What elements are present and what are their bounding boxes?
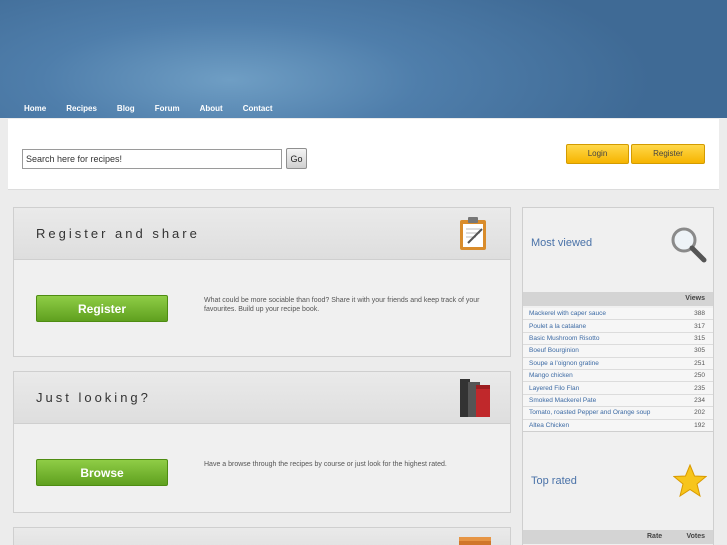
list-item[interactable]: Soupe a l'oignon gratine 251 (523, 357, 713, 370)
panel-header (14, 528, 510, 545)
most-viewed-title: Most viewed (531, 237, 593, 249)
view-count: 235 (694, 384, 705, 392)
nav-contact[interactable]: Contact (243, 104, 273, 113)
top-rated-box: Top rated Rate Votes (522, 431, 714, 545)
register-button[interactable]: Register (36, 295, 168, 322)
magnifier-icon (671, 227, 707, 263)
recipe-link[interactable]: Altea Chicken (523, 422, 681, 429)
top-rated-title: Top rated (531, 475, 577, 487)
view-count: 317 (694, 322, 705, 330)
list-item[interactable]: Boeuf Bourginion 305 (523, 345, 713, 358)
view-count: 250 (694, 372, 705, 380)
nav-home[interactable]: Home (24, 104, 46, 113)
view-count: 305 (694, 347, 705, 355)
main-nav: Home Recipes Blog Forum About Contact (14, 104, 282, 113)
most-viewed-list: Mackerel with caper sauce 388 Poulet a la… (523, 308, 713, 432)
box-icon (459, 537, 491, 545)
panel-description: What could be more sociable than food? S… (204, 297, 480, 313)
recipe-link[interactable]: Tomato, roasted Pepper and Orange soup (523, 409, 681, 416)
browse-button[interactable]: Browse (36, 459, 168, 486)
list-item[interactable]: Basic Mushroom Risotto 315 (523, 332, 713, 346)
nav-blog[interactable]: Blog (117, 104, 135, 113)
nav-forum[interactable]: Forum (155, 104, 180, 113)
panel-title: Just looking? (36, 390, 151, 405)
clipboard-icon (460, 217, 486, 250)
third-panel (13, 527, 511, 545)
panel-header: Register and share (14, 208, 510, 260)
go-button[interactable]: Go (286, 148, 307, 169)
view-count: 315 (694, 334, 705, 342)
recipe-link[interactable]: Basic Mushroom Risotto (523, 335, 681, 342)
nav-about[interactable]: About (200, 104, 223, 113)
recipe-link[interactable]: Layered Filo Flan (523, 385, 681, 392)
nav-recipes[interactable]: Recipes (66, 104, 97, 113)
list-item[interactable]: Mackerel with caper sauce 388 (523, 308, 713, 321)
list-item[interactable]: Smoked Mackerel Pate 234 (523, 394, 713, 408)
register-panel: Register and share Register What could b… (13, 207, 511, 357)
search-input[interactable] (22, 149, 282, 169)
register-top-button[interactable]: Register (631, 144, 705, 164)
rate-header: Rate (647, 533, 663, 540)
list-item[interactable]: Tomato, roasted Pepper and Orange soup 20… (523, 407, 713, 420)
list-item[interactable]: Layered Filo Flan 235 (523, 382, 713, 395)
panel-title: Register and share (36, 226, 200, 241)
recipe-link[interactable]: Mackerel with caper sauce (523, 310, 681, 317)
list-item[interactable]: Mango chicken 250 (523, 369, 713, 383)
view-count: 192 (694, 421, 705, 429)
browse-panel: Just looking? Browse Have a browse throu… (13, 371, 511, 513)
panel-description: Have a browse through the recipes by cou… (204, 461, 447, 468)
list-item[interactable]: Poulet a la catalane 317 (523, 320, 713, 333)
panel-header: Just looking? (14, 372, 510, 424)
views-table-header: Views (523, 292, 713, 306)
login-button[interactable]: Login (566, 144, 629, 164)
view-count: 388 (694, 310, 705, 318)
recipe-link[interactable]: Soupe a l'oignon gratine (523, 360, 681, 367)
most-viewed-box: Most viewed Views Mackerel with caper sa… (522, 207, 714, 432)
star-icon (673, 464, 707, 498)
views-header: Views (685, 295, 705, 302)
view-count: 202 (694, 409, 705, 417)
votes-header: Votes (686, 533, 705, 540)
rated-table-header: Rate Votes (523, 530, 713, 544)
view-count: 234 (694, 396, 705, 404)
recipe-link[interactable]: Smoked Mackerel Pate (523, 397, 681, 404)
view-count: 251 (694, 359, 705, 367)
recipe-link[interactable]: Mango chicken (523, 372, 681, 379)
books-icon (460, 379, 490, 417)
recipe-link[interactable]: Boeuf Bourginion (523, 347, 681, 354)
recipe-link[interactable]: Poulet a la catalane (523, 323, 681, 330)
site-header (0, 0, 727, 118)
